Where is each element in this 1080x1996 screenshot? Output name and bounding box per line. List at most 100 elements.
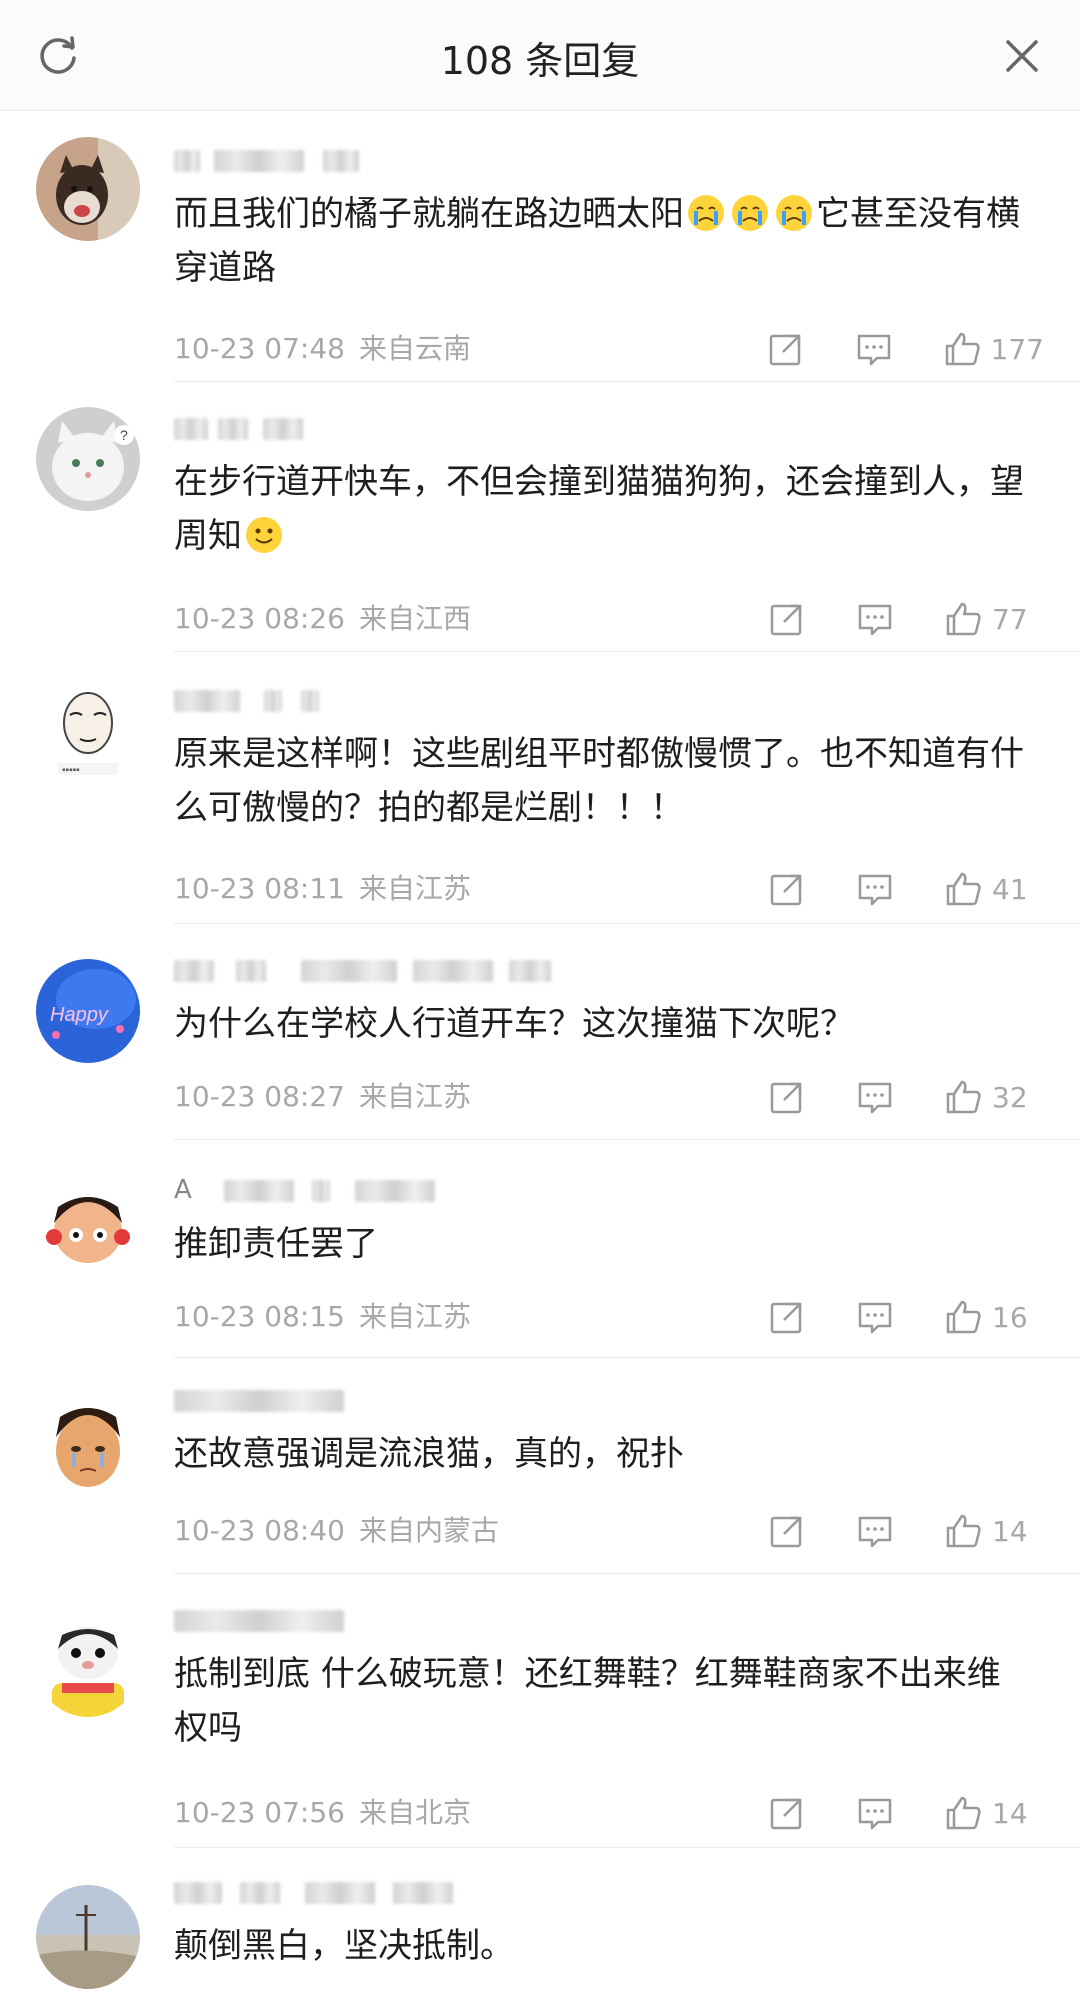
close-icon[interactable] (1000, 34, 1044, 78)
comment-time: 10-23 08:26 (174, 602, 345, 635)
share-icon[interactable] (768, 1078, 806, 1116)
comment-text-part: 抵制到底 什么破玩意！还红舞鞋？红舞鞋商家不出来维权吗 (174, 1654, 1001, 1748)
like-icon[interactable] (944, 1512, 982, 1550)
like-count: 16 (992, 1300, 1028, 1334)
comment-text-part: 还故意强调是流浪猫，真的，祝扑 (174, 1434, 684, 1474)
comment-meta: 10-23 08:40 来自内蒙古 (174, 1511, 499, 1551)
like-count: 32 (992, 1080, 1028, 1114)
avatar[interactable]: ? (36, 407, 140, 511)
comment-text-part: 原来是这样啊！这些剧组平时都傲慢惯了。也不知道有什么可傲慢的？拍的都是烂剧！！！ (174, 734, 1024, 828)
comment-text: 推卸责任罢了 (174, 1217, 1034, 1271)
avatar[interactable] (36, 1613, 140, 1717)
share-icon[interactable] (767, 330, 805, 368)
comment-location: 来自江苏 (358, 872, 471, 905)
share-icon[interactable] (768, 600, 806, 638)
avatar[interactable] (36, 1885, 140, 1989)
page-title: 108 条回复 (440, 39, 640, 83)
svg-text:Happy: Happy (50, 1004, 109, 1026)
avatar[interactable] (36, 1393, 140, 1497)
comment-text: 在步行道开快车，不但会撞到猫猫狗狗，还会撞到人，望周知 (174, 455, 1034, 563)
crying-emoji-icon (732, 195, 768, 231)
comment-time: 10-23 08:27 (174, 1080, 345, 1113)
divider (174, 1139, 1080, 1140)
comment-location: 来自北京 (358, 1796, 471, 1829)
crying-emoji-icon (776, 195, 812, 231)
comment-meta: 10-23 08:26 来自江西 (174, 599, 471, 639)
share-icon[interactable] (768, 1512, 806, 1550)
comment-text: 抵制到底 什么破玩意！还红舞鞋？红舞鞋商家不出来维权吗 (174, 1647, 1034, 1755)
comment-icon[interactable] (856, 600, 894, 638)
like-count: 41 (992, 872, 1028, 906)
comment-location: 来自江苏 (358, 1300, 471, 1333)
comment-meta: 10-23 08:11 来自江苏 (174, 869, 471, 909)
like-icon[interactable] (944, 1298, 982, 1336)
avatar[interactable]: ▪▪▪▪▪ (36, 679, 140, 783)
divider (174, 1357, 1080, 1358)
comment-text-part: 颠倒黑白，坚决抵制。 (174, 1926, 514, 1966)
comment-location: 来自江苏 (358, 1080, 471, 1113)
like-icon[interactable] (943, 330, 981, 368)
comment-time: 10-23 08:15 (174, 1300, 345, 1333)
comment-text-part: 而且我们的橘子就躺在路边晒太阳 (174, 194, 684, 234)
comment-actions: 14 (768, 1511, 1044, 1551)
like-count: 14 (992, 1796, 1028, 1830)
share-icon[interactable] (768, 1794, 806, 1832)
comment-text: 而且我们的橘子就躺在路边晒太阳 它甚至没有横穿道路 (174, 187, 1034, 295)
username[interactable] (174, 413, 303, 441)
comment-icon[interactable] (856, 1512, 894, 1550)
comment-meta: 10-23 08:15 来自江苏 (174, 1297, 471, 1337)
like-count: 177 (990, 332, 1044, 366)
like-count: 77 (992, 602, 1028, 636)
username-initial: A (174, 1175, 192, 1205)
comment-time: 10-23 08:11 (174, 872, 345, 905)
comment-actions: 16 (768, 1297, 1044, 1337)
comment-actions: 14 (768, 1793, 1044, 1833)
username[interactable] (174, 685, 319, 713)
comment-actions: 41 (768, 869, 1044, 909)
avatar[interactable] (36, 1177, 140, 1281)
like-icon[interactable] (944, 1078, 982, 1116)
username[interactable] (174, 145, 359, 173)
comment-icon[interactable] (856, 1078, 894, 1116)
comment-icon[interactable] (856, 1794, 894, 1832)
divider (174, 651, 1080, 652)
comment-location: 来自云南 (358, 332, 471, 365)
comment-icon[interactable] (856, 1298, 894, 1336)
comment-time: 10-23 07:48 (174, 332, 345, 365)
svg-text:▪▪▪▪▪: ▪▪▪▪▪ (62, 765, 80, 776)
like-icon[interactable] (944, 1794, 982, 1832)
comment-text-part: 在步行道开快车，不但会撞到猫猫狗狗，还会撞到人，望周知 (174, 462, 1024, 556)
comment-text: 颠倒黑白，坚决抵制。 (174, 1919, 1034, 1973)
smile-emoji-icon (246, 517, 282, 553)
username[interactable] (174, 1605, 344, 1633)
divider (174, 381, 1080, 382)
comment-location: 来自江西 (358, 602, 471, 635)
avatar[interactable] (36, 137, 140, 241)
username[interactable] (174, 1385, 344, 1413)
crying-emoji-icon (688, 195, 724, 231)
comment-text-part: 为什么在学校人行道开车？这次撞猫下次呢？ (174, 1004, 854, 1044)
avatar[interactable]: Happy (36, 959, 140, 1063)
comment-text: 还故意强调是流浪猫，真的，祝扑 (174, 1427, 1034, 1481)
comment-actions: 177 (767, 329, 1044, 369)
like-count: 14 (992, 1514, 1028, 1548)
username[interactable] (174, 955, 552, 983)
username[interactable] (174, 1877, 453, 1905)
comment-time: 10-23 08:40 (174, 1514, 345, 1547)
comment-icon[interactable] (856, 870, 894, 908)
reply-header: 108 条回复 (0, 0, 1080, 111)
comment-actions: 32 (768, 1077, 1044, 1117)
divider (174, 923, 1080, 924)
comment-text-part: 推卸责任罢了 (174, 1224, 378, 1264)
comment-location: 来自内蒙古 (358, 1514, 499, 1547)
svg-text:?: ? (120, 427, 128, 443)
divider (174, 1847, 1080, 1848)
comment-icon[interactable] (855, 330, 893, 368)
comment-time: 10-23 07:56 (174, 1796, 345, 1829)
like-icon[interactable] (944, 870, 982, 908)
share-icon[interactable] (768, 870, 806, 908)
username[interactable]: A (174, 1175, 435, 1205)
like-icon[interactable] (944, 600, 982, 638)
comment-meta: 10-23 07:56 来自北京 (174, 1793, 471, 1833)
share-icon[interactable] (768, 1298, 806, 1336)
